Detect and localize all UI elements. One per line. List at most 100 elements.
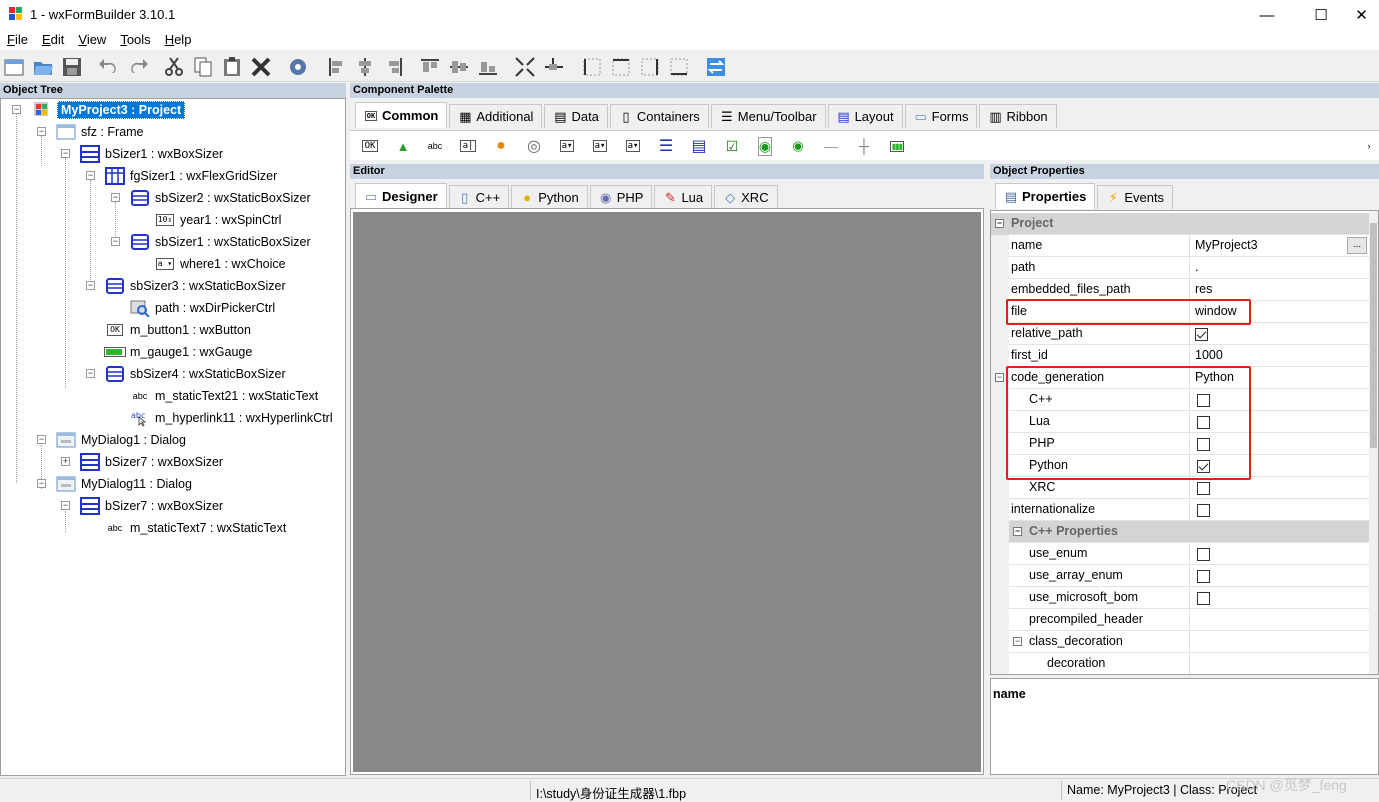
use-array-enum-checkbox[interactable]	[1197, 570, 1210, 583]
menu-view[interactable]: View	[71, 30, 113, 50]
tree-node-dialog[interactable]: MyDialog11 : Dialog	[55, 473, 192, 495]
tab-php[interactable]: ◉ PHP	[589, 185, 653, 209]
collapse-toggle[interactable]: −	[86, 281, 95, 290]
palette-slider[interactable]: ┼	[852, 136, 876, 156]
align-left-button[interactable]	[325, 55, 349, 79]
prop-code-generation[interactable]: − code_generation Python	[991, 367, 1370, 389]
tab-ribbon[interactable]: ▥ Ribbon	[979, 104, 1057, 128]
tree-node-boxsizer[interactable]: bSizer7 : wxBoxSizer	[79, 451, 223, 473]
tab-designer[interactable]: ▭ Designer	[355, 183, 447, 209]
category-project[interactable]: − Project	[991, 213, 1370, 235]
prop-class-decoration[interactable]: − class_decoration	[991, 631, 1370, 653]
border-bottom-button[interactable]	[667, 55, 691, 79]
palette-checkbox[interactable]: ☑	[720, 136, 744, 156]
tab-layout[interactable]: ▤ Layout	[827, 104, 903, 128]
palette-list-box[interactable]: a▾	[588, 136, 612, 156]
minimize-button[interactable]: —	[1244, 0, 1290, 30]
internationalize-checkbox[interactable]	[1197, 504, 1210, 517]
tab-common[interactable]: OK Common	[355, 102, 448, 128]
palette-static-line[interactable]: —	[819, 136, 843, 156]
align-center-h-button[interactable]	[353, 55, 377, 79]
tree-node-project[interactable]: MyProject3 : Project	[31, 99, 186, 121]
python-checkbox[interactable]	[1197, 460, 1210, 473]
use-microsoft-bom-checkbox[interactable]	[1197, 592, 1210, 605]
border-left-button[interactable]	[580, 55, 604, 79]
align-center-v-button[interactable]	[447, 55, 471, 79]
use-enum-checkbox[interactable]	[1197, 548, 1210, 561]
undo-button[interactable]	[97, 55, 121, 79]
stretch-button[interactable]	[542, 55, 566, 79]
collapse-toggle[interactable]: −	[61, 149, 70, 158]
scrollbar-thumb[interactable]	[1370, 223, 1377, 448]
palette-radio-button[interactable]: ◉	[786, 136, 810, 156]
tree-node-spinctrl[interactable]: 10⇕ year1 : wxSpinCtrl	[154, 209, 281, 231]
prop-precompiled-header[interactable]: precompiled_header	[991, 609, 1370, 631]
tab-python[interactable]: ● Python	[511, 185, 588, 209]
prop-lua[interactable]: Lua	[991, 411, 1370, 433]
tab-xrc[interactable]: ◇ XRC	[714, 185, 778, 209]
prop-python[interactable]: Python	[991, 455, 1370, 477]
tree-node-button[interactable]: OK m_button1 : wxButton	[104, 319, 251, 341]
prop-xrc[interactable]: XRC	[991, 477, 1370, 499]
prop-relative-path[interactable]: relative_path	[991, 323, 1370, 345]
tree-node-staticboxsizer[interactable]: sbSizer3 : wxStaticBoxSizer	[104, 275, 286, 297]
palette-combo-box[interactable]: ◎	[522, 136, 546, 156]
relative-path-checkbox[interactable]	[1195, 328, 1208, 341]
collapse-toggle[interactable]: −	[37, 127, 46, 136]
palette-scroll-right[interactable]: ›	[1360, 136, 1378, 156]
prop-internationalize[interactable]: internationalize	[991, 499, 1370, 521]
delete-button[interactable]	[249, 55, 273, 79]
php-checkbox[interactable]	[1197, 438, 1210, 451]
collapse-toggle[interactable]: −	[995, 373, 1004, 382]
menu-edit[interactable]: Edit	[35, 30, 71, 50]
tree-node-staticboxsizer[interactable]: sbSizer1 : wxStaticBoxSizer	[129, 231, 311, 253]
tree-node-flexgridsizer[interactable]: fgSizer1 : wxFlexGridSizer	[104, 165, 277, 187]
collapse-toggle[interactable]: −	[37, 435, 46, 444]
prop-value[interactable]: Python	[1195, 370, 1234, 384]
collapse-toggle[interactable]: −	[12, 105, 21, 114]
border-right-button[interactable]	[638, 55, 662, 79]
palette-button[interactable]: OK	[358, 136, 382, 156]
tree-node-staticboxsizer[interactable]: sbSizer2 : wxStaticBoxSizer	[129, 187, 311, 209]
close-window-button[interactable]: ✕	[1344, 0, 1379, 30]
collapse-toggle[interactable]: −	[86, 369, 95, 378]
menu-help[interactable]: Help	[158, 30, 199, 50]
collapse-toggle[interactable]: −	[1013, 527, 1022, 536]
tree-node-staticboxsizer[interactable]: sbSizer4 : wxStaticBoxSizer	[104, 363, 286, 385]
tree-node-choice[interactable]: a ▾ where1 : wxChoice	[154, 253, 286, 275]
paste-button[interactable]	[220, 55, 244, 79]
prop-php[interactable]: PHP	[991, 433, 1370, 455]
prop-file[interactable]: file window	[991, 301, 1370, 323]
tab-events[interactable]: ⚡ Events	[1097, 185, 1174, 209]
xrc-checkbox[interactable]	[1197, 482, 1210, 495]
menu-tools[interactable]: Tools	[113, 30, 157, 50]
prop-use-enum[interactable]: use_enum	[991, 543, 1370, 565]
tab-menu-toolbar[interactable]: ☰ Menu/Toolbar	[710, 104, 826, 128]
prop-use-array-enum[interactable]: use_array_enum	[991, 565, 1370, 587]
palette-bitmap-button[interactable]: ▲	[391, 136, 415, 156]
generate-code-button[interactable]	[286, 55, 310, 79]
collapse-toggle[interactable]: −	[111, 193, 120, 202]
open-project-button[interactable]	[31, 55, 55, 79]
save-button[interactable]	[60, 55, 84, 79]
collapse-toggle[interactable]: −	[37, 479, 46, 488]
tree-node-boxsizer[interactable]: bSizer1 : wxBoxSizer	[79, 143, 223, 165]
palette-static-bitmap[interactable]: ●	[489, 136, 513, 156]
prop-name[interactable]: name MyProject3 ...	[991, 235, 1370, 257]
prop-use-microsoft-bom[interactable]: use_microsoft_bom	[991, 587, 1370, 609]
palette-radio-box[interactable]: ◉	[753, 136, 777, 156]
align-right-button[interactable]	[382, 55, 406, 79]
category-cpp-properties[interactable]: − C++ Properties	[991, 521, 1370, 543]
prop-embedded-files-path[interactable]: embedded_files_path res	[991, 279, 1370, 301]
palette-choice[interactable]: a▾	[555, 136, 579, 156]
prop-first-id[interactable]: first_id 1000	[991, 345, 1370, 367]
tree-node-hyperlink[interactable]: abc m_hyperlink11 : wxHyperlinkCtrl	[129, 407, 333, 429]
designer-canvas[interactable]	[353, 212, 981, 772]
prop-value[interactable]: window	[1195, 304, 1237, 318]
border-top-button[interactable]	[609, 55, 633, 79]
tree-node-statictext[interactable]: abc m_staticText7 : wxStaticText	[104, 517, 287, 539]
prop-value[interactable]: 1000	[1195, 348, 1223, 362]
copy-button[interactable]	[191, 55, 215, 79]
menu-file[interactable]: File	[0, 30, 35, 50]
tab-cpp[interactable]: ▯ C++	[448, 185, 510, 209]
